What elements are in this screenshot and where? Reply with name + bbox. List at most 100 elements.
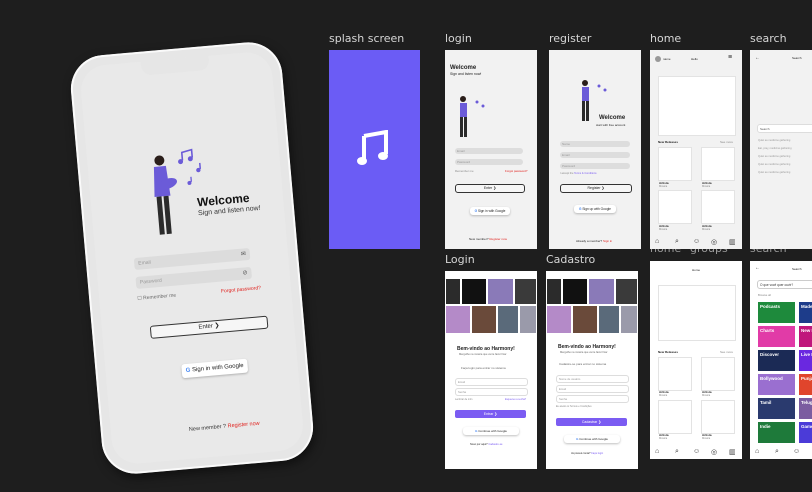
forgot-password-link[interactable]: Forgot password?: [505, 169, 527, 173]
password-field[interactable]: Password ⊘: [135, 266, 253, 289]
username-field[interactable]: Nome de usuário: [556, 375, 629, 383]
search-input[interactable]: Search: [757, 124, 812, 133]
login2-frame: Bem-vindo ao Harmony! Mergulhe na música…: [445, 271, 537, 469]
home-icon[interactable]: ⌂: [655, 448, 659, 455]
see-more-link[interactable]: See more: [720, 350, 733, 354]
album-card[interactable]: [658, 147, 692, 181]
forgot-password-link[interactable]: Forgot password?: [221, 285, 261, 294]
genre-tile[interactable]: Discover: [758, 350, 795, 371]
groups-icon[interactable]: ☺: [793, 448, 800, 455]
register-now-link[interactable]: Register now: [227, 421, 260, 430]
register-button[interactable]: Cadastrar ❯: [556, 418, 627, 426]
password-field[interactable]: Password: [455, 159, 523, 165]
forgot-password-link[interactable]: Esqueceu a senha?: [505, 398, 526, 401]
recent-search-item[interactable]: Eat, pray, medicine gathering: [758, 147, 792, 150]
google-signup-button[interactable]: G Sign up with Google: [574, 205, 616, 213]
back-arrow-icon[interactable]: ←: [755, 55, 760, 61]
explore-icon[interactable]: ◎: [711, 238, 717, 246]
recent-search-item[interactable]: Quiet as medicine gathering: [758, 139, 790, 142]
greeting: Hello: [691, 57, 698, 61]
explore-icon[interactable]: ◎: [711, 448, 717, 456]
genre-tile[interactable]: Gamer: [799, 422, 812, 443]
album-cover-grid: [446, 279, 536, 334]
terms-checkbox[interactable]: I accept the Terms & Conditions: [560, 172, 597, 175]
menu-icon[interactable]: ≡: [728, 54, 732, 61]
groups-icon[interactable]: ☺: [693, 238, 700, 245]
google-signup-button[interactable]: G Continue with Google: [564, 435, 620, 443]
password-field[interactable]: Senha: [556, 395, 629, 403]
already-member-text: Already a member? Sign in: [576, 239, 613, 243]
google-signin-button[interactable]: G Sign in with Google: [470, 207, 510, 215]
welcome-title: Bem-vindo ao Harmony!: [457, 346, 515, 352]
genre-tile[interactable]: Telugu: [799, 398, 812, 419]
recent-search-item[interactable]: Quiet as medicine gathering: [758, 171, 790, 174]
recent-search-item[interactable]: Quiet as medicine gathering: [758, 155, 790, 158]
google-signin-button[interactable]: G Continue with Google: [463, 427, 519, 435]
album-cover-grid: [547, 279, 637, 334]
browse-all-heading: Browse all: [758, 293, 771, 297]
home-icon[interactable]: ⌂: [755, 448, 759, 455]
avatar[interactable]: [655, 56, 661, 62]
genre-tile[interactable]: New Releases: [799, 326, 812, 347]
album-card[interactable]: [701, 400, 735, 434]
library-icon[interactable]: ▥: [729, 448, 736, 456]
terms-checkbox[interactable]: Eu aceito os Termos e Condições: [556, 405, 592, 408]
name-field[interactable]: Name: [560, 141, 630, 147]
new-releases-heading: New Releases: [658, 140, 679, 144]
featured-card[interactable]: [658, 76, 736, 136]
album-card[interactable]: [658, 400, 692, 434]
featured-card[interactable]: [658, 285, 736, 341]
phone-mockup: Welcome Sign and listen now! Email ✉ Pas…: [68, 39, 316, 477]
new-member-text: New member? Register now: [469, 237, 507, 241]
email-field[interactable]: Email ✉: [133, 247, 251, 271]
user-name: name: [663, 57, 671, 61]
register-prompt: Cadastre-se para entrar no sistema: [559, 362, 607, 366]
search-icon[interactable]: ⌕: [675, 238, 679, 246]
password-field[interactable]: Senha: [455, 388, 528, 396]
album-card[interactable]: [658, 357, 692, 391]
album-card[interactable]: [701, 190, 735, 224]
back-arrow-icon[interactable]: ←: [755, 265, 760, 271]
phone-screen: Welcome Sign and listen now! Email ✉ Pas…: [78, 50, 306, 466]
genre-tile[interactable]: Tamil: [758, 398, 795, 419]
enter-button[interactable]: Entrar ❯: [455, 410, 526, 418]
genre-tile[interactable]: Indie: [758, 422, 795, 443]
search-frame: ← Search Search Quiet as medicine gather…: [750, 50, 812, 249]
search-icon[interactable]: ⌕: [775, 448, 779, 456]
genre-tile[interactable]: Made for You: [799, 302, 812, 323]
remember-checkbox[interactable]: Lembrar de mim: [455, 398, 472, 401]
groups-icon[interactable]: ☺: [693, 448, 700, 455]
register-link[interactable]: Cadastre-se: [488, 443, 502, 446]
album-card[interactable]: [658, 190, 692, 224]
email-field[interactable]: Email: [455, 148, 523, 154]
genre-tile[interactable]: Punjabi: [799, 374, 812, 395]
search-input[interactable]: O que você quer ouvir?: [757, 280, 812, 289]
recent-search-item[interactable]: Quiet as medicine gathering: [758, 163, 790, 166]
register-now-link[interactable]: Register now: [489, 237, 507, 241]
email-field[interactable]: Email: [455, 378, 528, 386]
google-signin-button[interactable]: G Sign in with Google: [181, 358, 249, 379]
album-card[interactable]: [701, 357, 735, 391]
enter-button[interactable]: Enter ❯: [455, 184, 525, 193]
password-field[interactable]: Password: [560, 163, 630, 169]
home-icon[interactable]: ⌂: [655, 238, 659, 245]
register-button[interactable]: Register ❯: [560, 184, 632, 193]
remember-checkbox[interactable]: Remember me: [455, 169, 474, 173]
library-icon[interactable]: ▥: [729, 238, 736, 246]
signin-link[interactable]: Sign in: [603, 239, 612, 243]
enter-button[interactable]: Enter ❯: [149, 315, 269, 339]
email-field[interactable]: Email: [560, 152, 630, 158]
genre-tile[interactable]: Podcasts: [758, 302, 795, 323]
email-field[interactable]: Email: [556, 385, 629, 393]
welcome-subtitle: Mergulhe na música que vai te fazer fica…: [560, 351, 608, 354]
album-card[interactable]: [701, 147, 735, 181]
genre-tile[interactable]: Live Events: [799, 350, 812, 371]
phone-notch: [140, 55, 210, 76]
remember-checkbox[interactable]: ☐ Remember me: [137, 293, 176, 302]
cadastro-frame: Bem-vindo ao Harmony! Mergulhe na música…: [546, 271, 638, 469]
genre-tile[interactable]: Charts: [758, 326, 795, 347]
see-more-link[interactable]: See more: [720, 140, 733, 144]
login-link[interactable]: Faça login: [591, 452, 603, 455]
search-icon[interactable]: ⌕: [675, 448, 679, 456]
genre-tile[interactable]: Bollywood: [758, 374, 795, 395]
